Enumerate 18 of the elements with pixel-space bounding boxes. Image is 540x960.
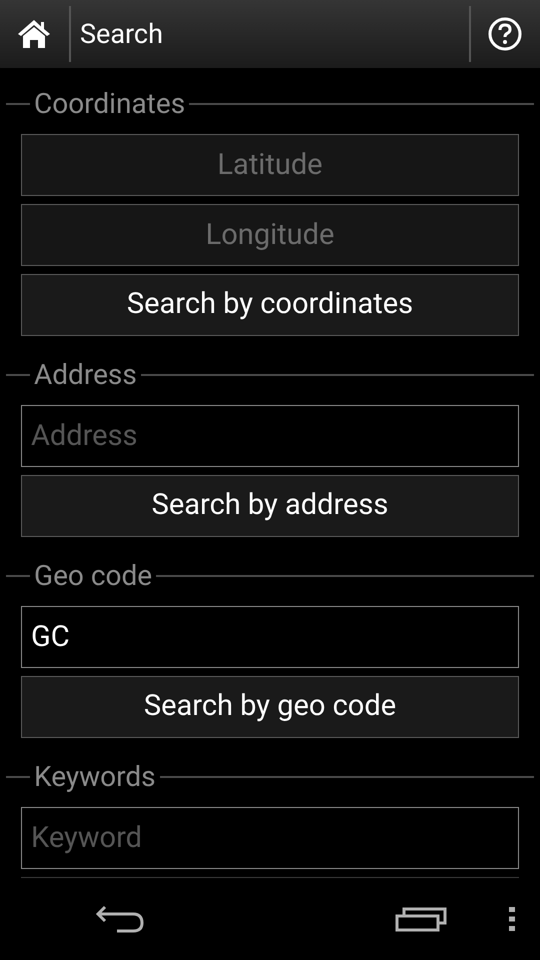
recent-apps-icon[interactable] xyxy=(395,906,447,932)
back-icon[interactable] xyxy=(95,905,145,933)
help-icon[interactable] xyxy=(488,17,522,51)
section-header: Coordinates xyxy=(34,86,186,122)
overflow-menu-icon[interactable] xyxy=(509,907,515,931)
search-button[interactable]: Search by coordinates xyxy=(21,274,519,336)
input-field[interactable]: Latitude xyxy=(21,134,519,196)
home-icon[interactable] xyxy=(17,19,51,49)
input-field[interactable]: GC xyxy=(21,606,519,668)
input-field[interactable]: Keyword xyxy=(21,807,519,869)
section-header: Geo code xyxy=(34,558,152,594)
search-button[interactable]: Search by address xyxy=(21,475,519,537)
section-header: Keywords xyxy=(34,759,156,795)
screen-title: Search xyxy=(80,16,163,52)
input-field[interactable]: Address xyxy=(21,405,519,467)
input-field[interactable]: Longitude xyxy=(21,204,519,266)
section-header: Address xyxy=(34,357,137,393)
search-button[interactable]: Search by geo code xyxy=(21,676,519,738)
